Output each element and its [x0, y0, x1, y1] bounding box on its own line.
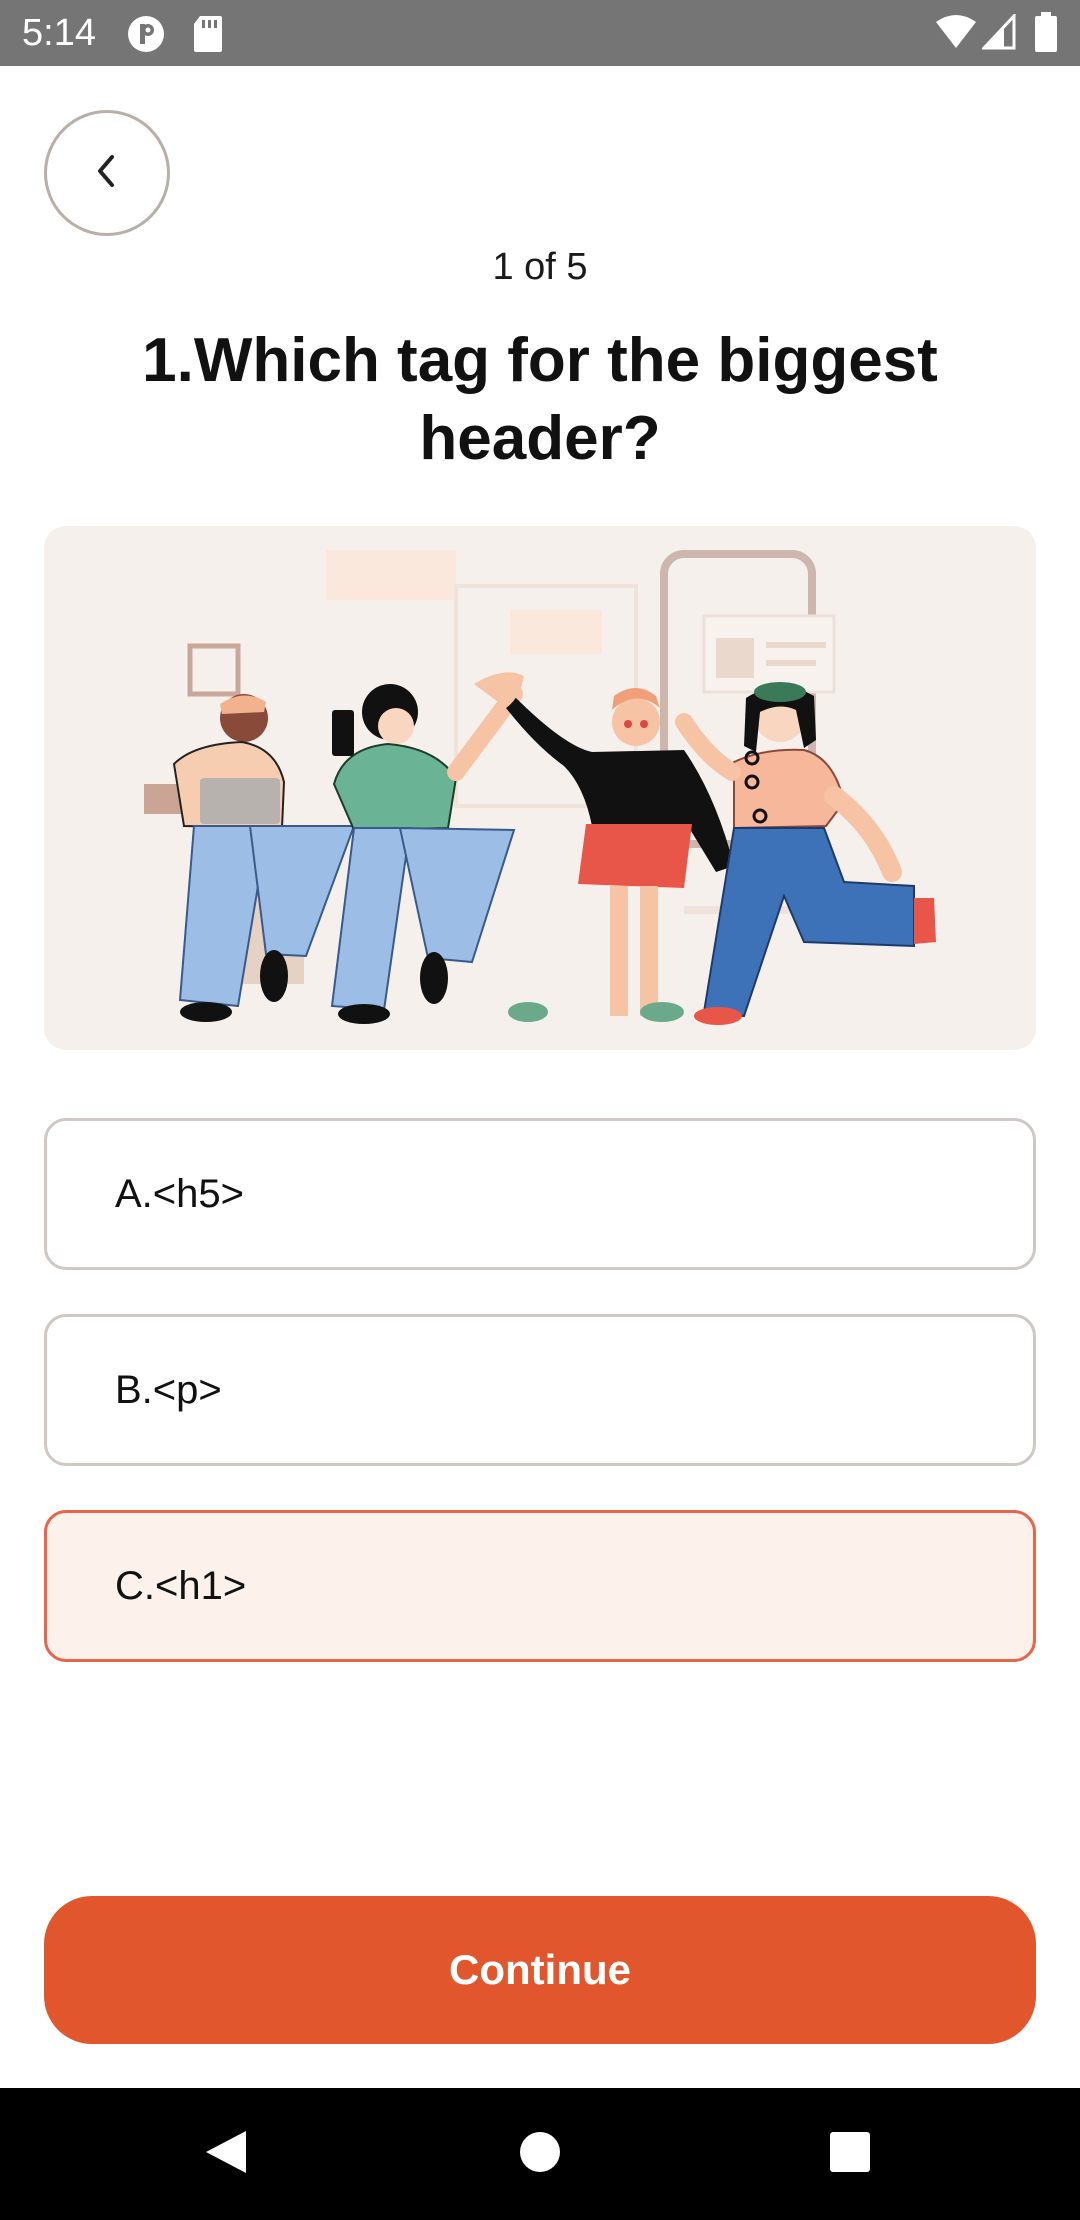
quiz-screen: 5:14 1 of 5 1.Which tag for the biggest …: [0, 0, 1080, 2220]
progress-indicator: 1 of 5: [492, 246, 588, 288]
cellular-signal-icon: [980, 12, 1016, 55]
question-title: 1.Which tag for the biggest header?: [142, 326, 938, 473]
option-c[interactable]: C.<h1>: [44, 1510, 1036, 1662]
back-triangle-icon: [202, 2127, 250, 2182]
sd-card-icon: [192, 14, 224, 59]
wifi-icon: [934, 14, 978, 55]
option-a[interactable]: A.<h5>: [44, 1118, 1036, 1270]
privacy-app-icon: [126, 14, 166, 59]
option-label: C.<h1>: [115, 1563, 247, 1608]
status-bar: 5:14: [0, 0, 1080, 66]
battery-icon: [1034, 12, 1058, 57]
nav-back-button[interactable]: [166, 2088, 286, 2220]
option-b[interactable]: B.<p>: [44, 1314, 1036, 1466]
nav-home-button[interactable]: [480, 2088, 600, 2220]
recents-square-icon: [828, 2130, 872, 2179]
continue-button[interactable]: Continue: [44, 1896, 1036, 2044]
option-label: B.<p>: [115, 1367, 222, 1412]
chevron-left-icon: [90, 151, 124, 196]
navigation-bar: [0, 2088, 1080, 2220]
nav-recents-button[interactable]: [790, 2088, 910, 2220]
option-label: A.<h5>: [115, 1171, 245, 1216]
status-time: 5:14: [22, 12, 96, 54]
people-celebrating-illustration: [144, 550, 936, 1025]
back-button[interactable]: [44, 110, 170, 236]
illustration-card: [44, 526, 1036, 1050]
home-circle-icon: [518, 2130, 562, 2179]
